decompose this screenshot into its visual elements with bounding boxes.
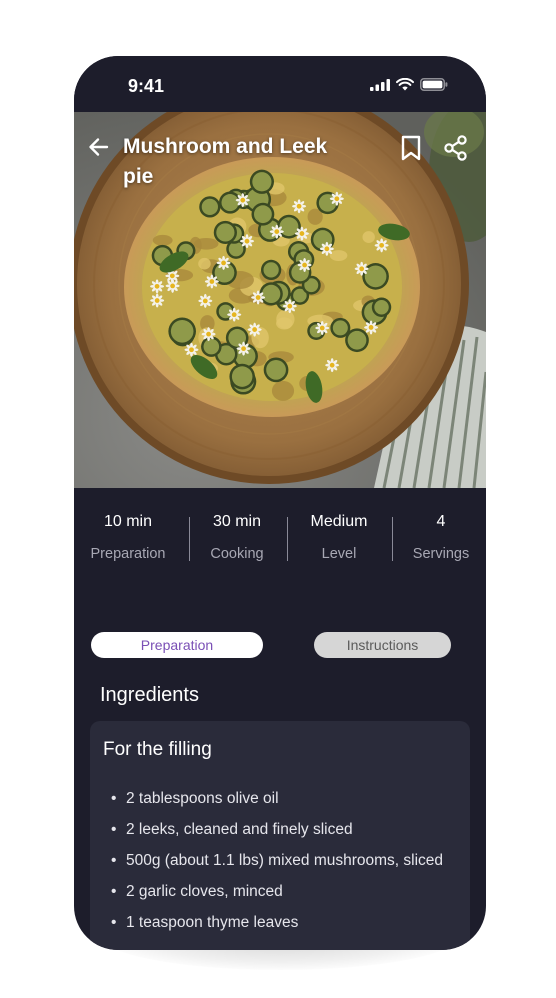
share-icon[interactable] (442, 134, 470, 162)
stat-value: 30 min (212, 513, 262, 530)
list-item: • 1 teaspoon thyme leaves (90, 907, 470, 938)
arrow-left-icon[interactable] (86, 134, 112, 160)
stat-label: Preparation (90, 546, 166, 562)
recipe-hero-image: Mushroom and Leek pie (74, 112, 486, 488)
tab-preparation[interactable]: Preparation (91, 632, 263, 658)
stat-divider (392, 517, 393, 561)
bookmark-icon[interactable] (399, 134, 423, 162)
list-item: • 2 leeks, cleaned and finely sliced (90, 814, 470, 845)
stat-cooking: 30 min Cooking (194, 511, 280, 565)
list-item: • 2 garlic cloves, minced (90, 876, 470, 907)
stat-label: Servings (412, 546, 470, 562)
ingredient-text: 2 garlic cloves, minced (126, 883, 283, 900)
ingredients-heading: Ingredients (100, 684, 199, 706)
bullet-icon: • (111, 852, 117, 869)
ingredient-text: 1 teaspoon thyme leaves (126, 914, 299, 931)
ingredient-list: • 2 tablespoons olive oil • 2 leeks, clean… (90, 783, 470, 938)
stat-preparation: 10 min Preparation (82, 511, 174, 565)
stat-label: Cooking (210, 546, 264, 562)
list-item: • 500g (about 1.1 lbs) mixed mushrooms, s… (90, 845, 470, 876)
wifi-icon (396, 78, 414, 91)
bullet-icon: • (111, 883, 117, 900)
tab-instructions[interactable]: Instructions (314, 632, 451, 658)
phone-frame: 9:41 Mushroom and Leek pie 10 min Prepar… (74, 56, 486, 950)
stat-value: Medium (310, 513, 368, 530)
cellular-signal-icon (370, 78, 390, 91)
stat-divider (287, 517, 288, 561)
bullet-icon: • (111, 790, 117, 807)
battery-icon (420, 78, 448, 91)
ingredient-text: 500g (about 1.1 lbs) mixed mushrooms, sl… (126, 852, 444, 869)
stat-label: Level (321, 546, 357, 562)
recipe-title: Mushroom and Leek pie (123, 135, 328, 188)
stat-level: Medium Level (294, 511, 384, 565)
status-time: 9:41 (128, 76, 165, 96)
list-item: • 2 tablespoons olive oil (90, 783, 470, 814)
ingredient-text: 2 tablespoons olive oil (126, 790, 279, 807)
ingredients-card: For the filling • 2 tablespoons olive oil… (90, 721, 470, 950)
stat-divider (189, 517, 190, 561)
ingredient-text: 2 leeks, cleaned and finely sliced (126, 821, 353, 838)
status-icons (370, 78, 448, 91)
card-title: For the filling (103, 739, 212, 760)
stat-value: 10 min (103, 513, 153, 530)
bullet-icon: • (111, 914, 117, 931)
stat-value: 4 (436, 513, 446, 530)
stat-servings: 4 Servings (404, 511, 478, 565)
recipe-stats: 10 min Preparation 30 min Cooking Medium… (74, 511, 486, 571)
status-bar: 9:41 (74, 56, 486, 112)
bullet-icon: • (111, 821, 117, 838)
